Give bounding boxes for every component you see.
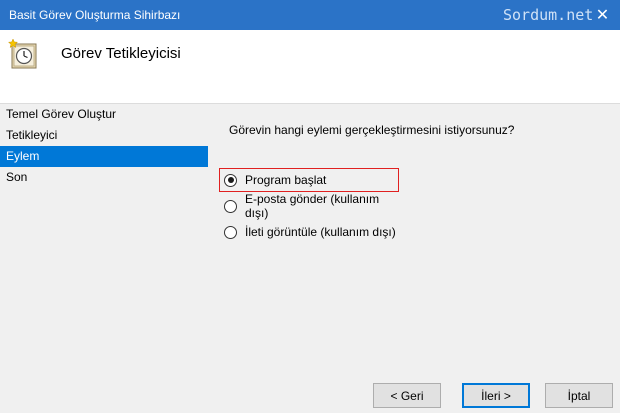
close-icon[interactable]: ✕ — [585, 0, 620, 30]
wizard-steps: Temel Görev Oluştur Tetikleyici Eylem So… — [0, 104, 210, 188]
step-label: Tetikleyici — [6, 128, 58, 142]
option-label: İleti görüntüle (kullanım dışı) — [245, 225, 396, 239]
step-son[interactable]: Son — [0, 167, 210, 188]
radio-program-baslat[interactable] — [224, 173, 237, 187]
step-label: Son — [6, 170, 28, 184]
step-label: Eylem — [6, 149, 40, 163]
radio-eposta-gonder[interactable] — [224, 199, 237, 213]
watermark: Sordum.net — [503, 6, 594, 24]
option-label: E-posta gönder (kullanım dışı) — [245, 192, 380, 220]
action-question: Görevin hangi eylemi gerçekleştirmesini … — [229, 123, 515, 137]
option-label: Program başlat — [245, 173, 327, 187]
cancel-button[interactable]: İptal — [545, 383, 613, 408]
wizard-clock-icon — [8, 38, 37, 69]
window-title: Basit Görev Oluşturma Sihirbazı — [9, 8, 181, 22]
wizard-header: Görev Tetikleyicisi — [0, 30, 620, 104]
action-options: Program başlat E-posta gönder (kullanım … — [219, 168, 399, 247]
step-tetikleyici[interactable]: Tetikleyici — [0, 125, 210, 146]
step-temel-gorev[interactable]: Temel Görev Oluştur — [0, 104, 210, 125]
option-ileti-goruntule[interactable]: İleti görüntüle (kullanım dışı) — [220, 221, 398, 243]
step-eylem[interactable]: Eylem — [0, 146, 208, 167]
radio-ileti-goruntule[interactable] — [224, 225, 237, 239]
title-bar: Basit Görev Oluşturma Sihirbazı Sordum.n… — [0, 0, 620, 30]
option-eposta-gonder[interactable]: E-posta gönder (kullanım dışı) — [220, 192, 398, 220]
next-button[interactable]: İleri > — [462, 383, 530, 408]
page-title: Görev Tetikleyicisi — [61, 45, 181, 62]
option-program-baslat[interactable]: Program başlat — [219, 168, 399, 192]
step-label: Temel Görev Oluştur — [6, 107, 117, 121]
back-button[interactable]: < Geri — [373, 383, 441, 408]
